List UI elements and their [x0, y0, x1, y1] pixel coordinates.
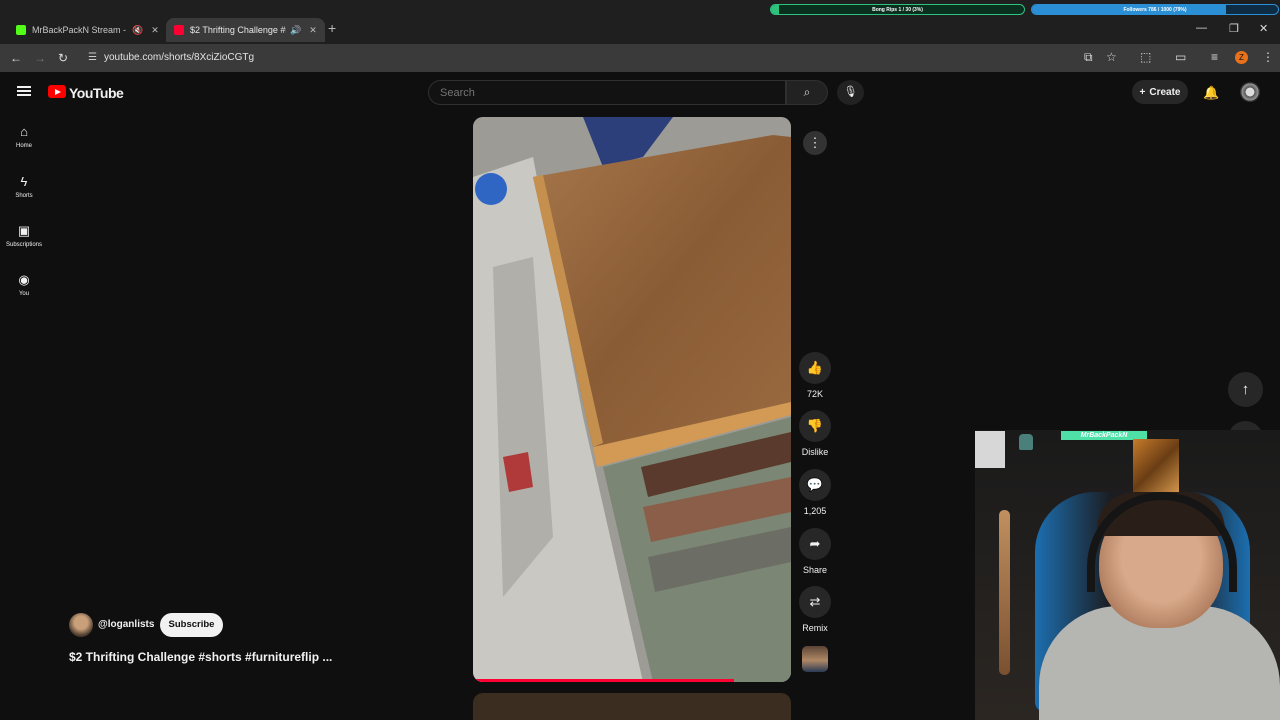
close-tab-icon[interactable]: ✕	[309, 25, 317, 36]
more-vertical-icon: ⋮	[808, 135, 822, 150]
like-button[interactable]: 👍 72K	[799, 352, 831, 399]
shorts-icon: ϟ	[20, 174, 28, 189]
tab-youtube-short[interactable]: $2 Thrifting Challenge #sh 🔊 ✕	[166, 18, 325, 42]
channel-sound-thumbnail[interactable]	[802, 646, 828, 672]
sidebar-item-subscriptions[interactable]: ▣ Subscriptions	[0, 223, 48, 269]
comments-button[interactable]: 💬 1,205	[799, 469, 831, 516]
sidebar-item-you[interactable]: ◉ You	[0, 272, 48, 318]
youtube-logo-icon[interactable]	[48, 85, 66, 98]
microphone-icon: 🎙	[843, 86, 858, 98]
bookmark-star-icon[interactable]: ☆	[1106, 50, 1117, 64]
install-icon[interactable]: ⧉	[1084, 50, 1093, 65]
video-progress-bar[interactable]	[473, 679, 734, 682]
share-label: Share	[802, 565, 828, 575]
voice-search-button[interactable]: 🎙	[837, 80, 864, 105]
comment-count: 1,205	[803, 506, 827, 516]
goal-bar-text: Bong Rips 1 / 30 (3%)	[872, 7, 923, 13]
address-bar-row: ← → ↻ ☰ youtube.com/shorts/8XciZioCGTg ⧉…	[0, 44, 1280, 72]
comment-icon: 💬	[799, 469, 831, 501]
goal-bar-bong-rips: Bong Rips 1 / 30 (3%)	[770, 4, 1025, 15]
sidebar-item-shorts[interactable]: ϟ Shorts	[0, 174, 48, 220]
goal-bar-followers: Followers 786 / 1000 (79%)	[1031, 4, 1279, 15]
youtube-header: YouTube ⌕ 🎙 + Create 🔔	[0, 72, 1280, 112]
more-options-button[interactable]: ⋮	[803, 131, 827, 155]
dislike-label: Dislike	[801, 447, 829, 457]
you-icon: ◉	[18, 272, 30, 287]
sidebar-panel-icon[interactable]: ▭	[1175, 50, 1186, 64]
goal-bar-text: Followers 786 / 1000 (79%)	[1123, 7, 1187, 13]
sidebar-item-label: Shorts	[15, 193, 33, 199]
tab-title: MrBackPackN Stream - Wat	[32, 25, 128, 35]
tiger-poster	[1133, 439, 1179, 495]
search-button[interactable]: ⌕	[786, 80, 828, 105]
next-short-preview[interactable]	[473, 693, 791, 720]
back-icon[interactable]: ←	[10, 51, 22, 65]
like-count: 72K	[806, 389, 823, 399]
youtube-wordmark[interactable]: YouTube	[69, 85, 124, 101]
remix-icon: ⇄	[799, 586, 831, 618]
audio-playing-icon[interactable]: 🔊	[290, 25, 301, 36]
thumbs-up-icon: 👍	[799, 352, 831, 384]
sidebar-item-label: Home	[15, 143, 32, 149]
previous-short-button[interactable]: ↑	[1228, 372, 1263, 407]
share-arrow-icon: ➦	[799, 528, 831, 560]
home-icon: ⌂	[20, 124, 28, 139]
sidebar-item-label: You	[18, 291, 30, 297]
create-button[interactable]: + Create	[1132, 80, 1188, 104]
forward-icon[interactable]: →	[34, 51, 46, 65]
create-label: Create	[1149, 86, 1181, 98]
arrow-up-icon: ↑	[1241, 381, 1250, 398]
restore-icon[interactable]: ❐	[1229, 22, 1239, 35]
minimize-icon[interactable]: —	[1196, 22, 1207, 34]
hamburger-menu-icon[interactable]	[17, 86, 31, 96]
tab-title: $2 Thrifting Challenge #sh	[190, 25, 286, 35]
media-controls-icon[interactable]: ≡	[1211, 50, 1218, 64]
dislike-button[interactable]: 👎 Dislike	[799, 410, 831, 457]
new-tab-button[interactable]: +	[328, 20, 336, 36]
baseball-bat	[999, 510, 1010, 675]
short-video-player[interactable]	[473, 117, 791, 682]
sidebar-item-label: Subscriptions	[5, 242, 43, 248]
search-icon: ⌕	[803, 85, 811, 99]
account-avatar[interactable]	[1240, 82, 1260, 102]
muted-icon[interactable]: 🔇	[132, 25, 143, 36]
search-input[interactable]	[428, 80, 786, 105]
profile-avatar-icon[interactable]: Z	[1235, 51, 1248, 64]
subscriptions-icon: ▣	[17, 223, 31, 238]
remix-label: Remix	[802, 623, 828, 633]
reload-icon[interactable]: ↻	[58, 51, 68, 65]
site-info-icon[interactable]: ☰	[88, 52, 97, 63]
kick-favicon-icon	[16, 25, 26, 35]
thumbs-down-icon: 👎	[799, 410, 831, 442]
wall-picture	[975, 431, 1005, 468]
youtube-favicon-icon	[174, 25, 184, 35]
tab-stream[interactable]: MrBackPackN Stream - Wat 🔇 ✕	[8, 18, 167, 42]
menu-kebab-icon[interactable]: ⋮	[1262, 50, 1274, 64]
video-frame	[473, 117, 791, 682]
channel-name[interactable]: @loganlists	[98, 619, 154, 630]
sidebar-item-home[interactable]: ⌂ Home	[0, 124, 48, 170]
share-button[interactable]: ➦ Share	[799, 528, 831, 575]
url-text[interactable]: youtube.com/shorts/8XciZioCGTg	[104, 52, 254, 63]
plant-decoration	[1019, 434, 1033, 450]
notifications-bell-icon[interactable]: 🔔	[1203, 85, 1219, 101]
short-title[interactable]: $2 Thrifting Challenge #shorts #furnitur…	[69, 650, 369, 664]
browser-tab-bar: MrBackPackN Stream - Wat 🔇 ✕ $2 Thriftin…	[0, 0, 1280, 44]
remix-button[interactable]: ⇄ Remix	[799, 586, 831, 633]
close-window-icon[interactable]: ✕	[1259, 22, 1268, 35]
subscribe-button[interactable]: Subscribe	[160, 613, 223, 637]
close-tab-icon[interactable]: ✕	[151, 25, 159, 36]
streamer-webcam-overlay: MrBackPackN	[975, 430, 1280, 720]
channel-avatar[interactable]	[69, 613, 93, 637]
extensions-icon[interactable]: ⬚	[1140, 50, 1151, 64]
plus-icon: +	[1139, 86, 1146, 98]
